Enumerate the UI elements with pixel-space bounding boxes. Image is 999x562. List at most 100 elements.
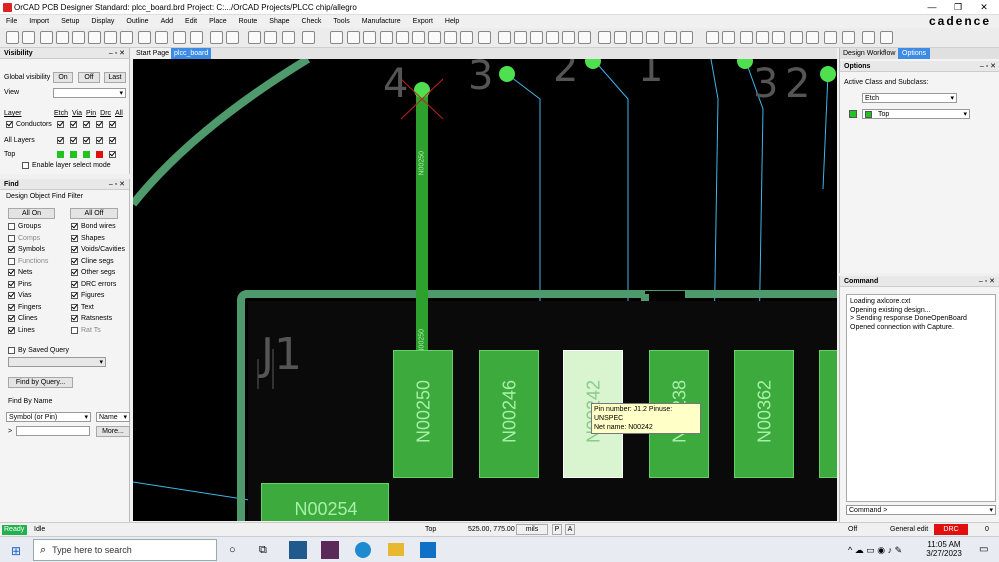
find-filter-checkbox[interactable] <box>8 234 15 242</box>
checkbox[interactable] <box>70 121 77 128</box>
find-filter-checkbox[interactable] <box>8 303 15 311</box>
find-filter-checkbox[interactable] <box>71 303 78 311</box>
orcad-capture-taskbar-icon[interactable] <box>289 541 307 559</box>
symbol-pin-dropdown[interactable]: Symbol (or Pin) <box>6 412 91 422</box>
global-last-button[interactable]: Last <box>104 72 126 83</box>
maximize-button[interactable]: ❐ <box>945 0 971 15</box>
find-filter-checkbox[interactable] <box>8 280 15 288</box>
find-filter-checkbox[interactable] <box>8 257 15 265</box>
toolbar-button[interactable] <box>546 31 559 44</box>
toolbar-button[interactable] <box>498 31 511 44</box>
color-swatch[interactable] <box>96 151 103 158</box>
units-status[interactable]: mils <box>516 524 548 535</box>
toolbar-button[interactable] <box>824 31 837 44</box>
toolbar-button[interactable] <box>514 31 527 44</box>
checkbox[interactable] <box>96 121 103 128</box>
p-toggle[interactable]: P <box>552 524 562 535</box>
menu-edit[interactable]: Edit <box>179 18 203 25</box>
find-filter-checkbox[interactable] <box>71 269 78 276</box>
pcb-designer-taskbar-icon[interactable] <box>321 541 339 559</box>
panel-controls-icon[interactable]: – ▫ ✕ <box>109 180 125 188</box>
saved-query-checkbox[interactable] <box>8 347 15 354</box>
close-button[interactable]: ✕ <box>971 0 997 15</box>
toolbar-button[interactable] <box>630 31 643 44</box>
toolbar-button[interactable] <box>862 31 875 44</box>
toolbar-button[interactable] <box>155 31 168 44</box>
toolbar-button[interactable] <box>646 31 659 44</box>
tab-plcc-board[interactable]: plcc_board <box>171 48 212 59</box>
pad-n00246[interactable]: N00246 <box>479 350 539 478</box>
find-filter-checkbox[interactable] <box>71 315 78 322</box>
subclass-dropdown[interactable]: Top <box>862 109 970 119</box>
toolbar-button[interactable] <box>120 31 133 44</box>
menu-setup[interactable]: Setup <box>55 18 85 25</box>
find-filter-checkbox[interactable] <box>8 292 15 299</box>
toolbar-button[interactable] <box>56 31 69 44</box>
find-filter-checkbox[interactable] <box>8 223 15 230</box>
toolbar-button[interactable] <box>330 31 343 44</box>
find-filter-checkbox[interactable] <box>71 292 78 299</box>
checkbox[interactable] <box>83 137 90 144</box>
checkbox[interactable] <box>109 151 116 158</box>
all-on-button[interactable]: All On <box>8 208 55 219</box>
panel-controls-icon[interactable]: – ▫ ✕ <box>980 62 996 70</box>
menu-outline[interactable]: Outline <box>120 18 154 25</box>
find-filter-checkbox[interactable] <box>71 246 78 253</box>
checkbox[interactable] <box>70 137 77 144</box>
toolbar-button[interactable] <box>706 31 719 44</box>
menu-export[interactable]: Export <box>407 18 439 25</box>
toolbar-button[interactable] <box>664 31 677 44</box>
minimize-button[interactable]: — <box>919 0 945 15</box>
widgets-icon[interactable]: ⧉ <box>259 544 267 557</box>
toolbar-button[interactable] <box>790 31 803 44</box>
toolbar-button[interactable] <box>614 31 627 44</box>
toolbar-button[interactable] <box>226 31 239 44</box>
menu-check[interactable]: Check <box>296 18 328 25</box>
general-edit-status[interactable]: General edit <box>890 526 928 533</box>
color-swatch[interactable] <box>70 151 77 158</box>
subclass-color-swatch[interactable] <box>849 110 857 118</box>
more-button[interactable]: More... <box>96 426 130 437</box>
command-input[interactable]: Command > <box>846 505 996 515</box>
toolbar-button[interactable] <box>478 31 491 44</box>
menu-shape[interactable]: Shape <box>263 18 295 25</box>
toolbar-button[interactable] <box>282 31 295 44</box>
toolbar-button[interactable] <box>722 31 735 44</box>
enable-layer-select-checkbox[interactable] <box>22 162 29 169</box>
toolbar-button[interactable] <box>380 31 393 44</box>
toolbar-button[interactable] <box>190 31 203 44</box>
toolbar-button[interactable] <box>772 31 785 44</box>
menu-file[interactable]: File <box>0 18 23 25</box>
search-box[interactable]: ⌕ Type here to search <box>33 539 217 561</box>
a-toggle[interactable]: A <box>565 524 575 535</box>
find-filter-checkbox[interactable] <box>71 326 78 334</box>
find-filter-checkbox[interactable] <box>71 257 78 265</box>
toolbar-button[interactable] <box>460 31 473 44</box>
menu-help[interactable]: Help <box>439 18 465 25</box>
edge-browser-icon[interactable] <box>355 542 371 558</box>
color-swatch[interactable] <box>83 151 90 158</box>
pcb-canvas[interactable]: 4 3 2 1 3 2 J1 N00250 N00250 N00250 N002… <box>133 59 837 521</box>
menu-tools[interactable]: Tools <box>327 18 355 25</box>
toolbar-button[interactable] <box>756 31 769 44</box>
pad-n00250[interactable]: N00250 <box>393 350 453 478</box>
toolbar-button[interactable] <box>88 31 101 44</box>
global-on-button[interactable]: On <box>53 72 73 83</box>
find-filter-checkbox[interactable] <box>8 315 15 322</box>
pad-partial[interactable] <box>819 350 837 478</box>
color-swatch[interactable] <box>57 151 64 158</box>
toolbar-button[interactable] <box>104 31 117 44</box>
system-tray-icons[interactable]: ^ ☁ ▭ ◉ ♪ ✎ <box>848 545 902 556</box>
panel-controls-icon[interactable]: – ▫ ✕ <box>109 49 125 57</box>
checkbox[interactable] <box>57 137 64 144</box>
toolbar-button[interactable] <box>578 31 591 44</box>
panel-controls-icon[interactable]: – ▫ ✕ <box>979 277 995 285</box>
outlook-icon[interactable] <box>420 542 436 558</box>
find-filter-checkbox[interactable] <box>8 326 15 334</box>
windows-start-icon[interactable]: ⊞ <box>11 544 21 558</box>
find-filter-checkbox[interactable] <box>8 246 15 253</box>
find-filter-checkbox[interactable] <box>71 280 78 288</box>
checkbox[interactable] <box>109 121 116 128</box>
toolbar-button[interactable] <box>842 31 855 44</box>
toolbar-button[interactable] <box>6 31 19 44</box>
